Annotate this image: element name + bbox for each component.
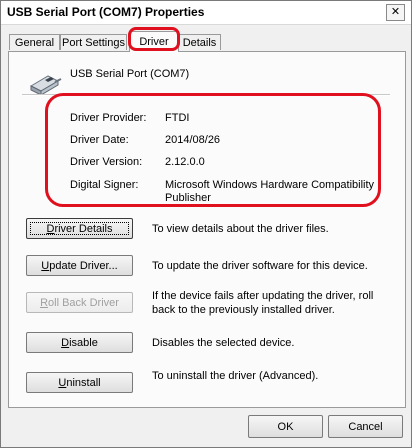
roll-back-driver-button[interactable]: Roll Back Driver xyxy=(26,292,133,313)
uninstall-description: To uninstall the driver (Advanced). xyxy=(152,370,319,382)
tab-driver[interactable]: Driver xyxy=(129,31,179,52)
roll-back-driver-description: If the device fails after updating the d… xyxy=(152,290,374,316)
driver-details-description: To view details about the driver files. xyxy=(152,223,329,235)
window-title: USB Serial Port (COM7) Properties xyxy=(7,5,205,19)
update-driver-button[interactable]: Update Driver... xyxy=(26,255,133,276)
driver-provider-label: Driver Provider: xyxy=(70,112,147,124)
driver-tab-panel: USB Serial Port (COM7) Driver Provider: … xyxy=(8,51,406,408)
divider xyxy=(22,94,390,96)
tab-port-settings[interactable]: Port Settings xyxy=(60,34,127,50)
driver-provider-value: FTDI xyxy=(165,112,190,124)
tab-details[interactable]: Details xyxy=(178,34,221,50)
uninstall-button[interactable]: Uninstall xyxy=(26,372,133,393)
digital-signer-label: Digital Signer: xyxy=(70,179,139,191)
update-driver-description: To update the driver software for this d… xyxy=(152,260,368,272)
properties-dialog: USB Serial Port (COM7) Properties ✕ Gene… xyxy=(0,0,412,448)
tab-general[interactable]: General xyxy=(9,34,60,50)
driver-details-button[interactable]: Driver Details xyxy=(26,218,133,239)
close-button[interactable]: ✕ xyxy=(386,4,405,21)
driver-version-value: 2.12.0.0 xyxy=(165,156,205,168)
disable-button[interactable]: Disable xyxy=(26,332,133,353)
cancel-button[interactable]: Cancel xyxy=(328,415,403,438)
driver-version-label: Driver Version: xyxy=(70,156,143,168)
digital-signer-value: Microsoft Windows Hardware Compatibility… xyxy=(165,179,375,204)
title-bar[interactable]: USB Serial Port (COM7) Properties ✕ xyxy=(1,1,411,25)
driver-date-label: Driver Date: xyxy=(70,134,129,146)
driver-date-value: 2014/08/26 xyxy=(165,134,221,146)
disable-description: Disables the selected device. xyxy=(152,337,295,349)
ok-button[interactable]: OK xyxy=(248,415,323,438)
device-name: USB Serial Port (COM7) xyxy=(70,68,190,80)
close-icon: ✕ xyxy=(390,6,401,18)
